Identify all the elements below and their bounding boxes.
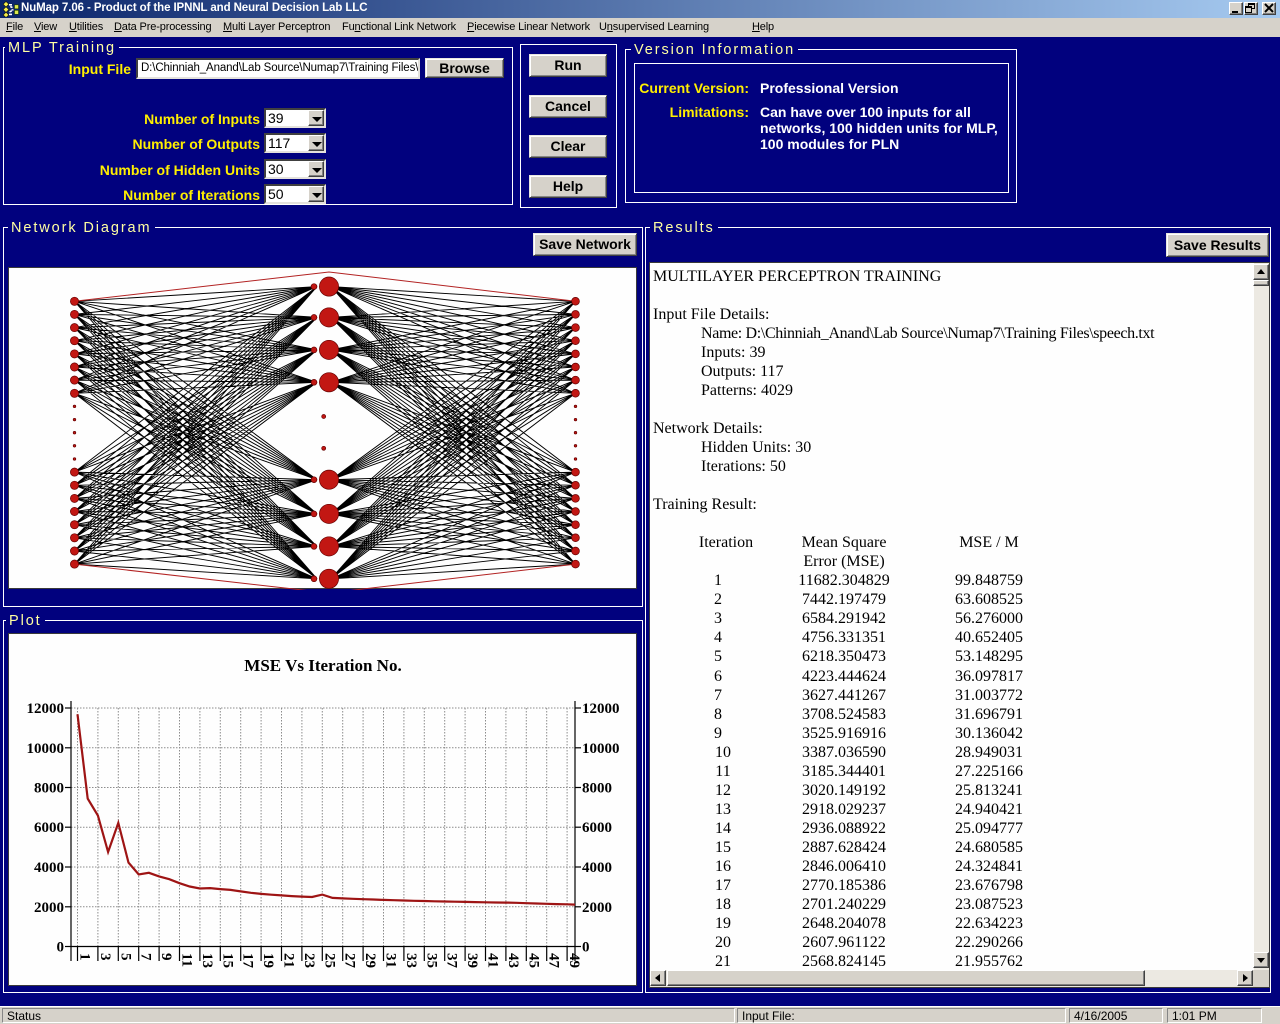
- svg-text:33: 33: [403, 953, 419, 968]
- svg-text:5: 5: [117, 953, 133, 961]
- svg-text:9: 9: [158, 953, 174, 961]
- svg-text:41: 41: [485, 953, 501, 968]
- svg-text:10000: 10000: [27, 741, 65, 757]
- svg-text:4000: 4000: [34, 860, 64, 876]
- svg-text:7: 7: [138, 953, 154, 961]
- svg-text:43: 43: [505, 953, 521, 968]
- svg-text:6000: 6000: [34, 820, 64, 836]
- svg-text:MSE Vs Iteration No.: MSE Vs Iteration No.: [244, 656, 401, 675]
- svg-text:13: 13: [199, 953, 215, 968]
- svg-text:29: 29: [362, 953, 378, 968]
- svg-text:21: 21: [281, 953, 297, 968]
- svg-text:17: 17: [240, 953, 256, 969]
- svg-text:47: 47: [546, 953, 562, 969]
- svg-text:23: 23: [301, 953, 317, 968]
- svg-text:10000: 10000: [582, 741, 620, 757]
- svg-text:1: 1: [77, 953, 93, 961]
- svg-text:15: 15: [219, 953, 235, 968]
- svg-text:25: 25: [321, 953, 337, 968]
- svg-text:6000: 6000: [582, 820, 612, 836]
- svg-text:12000: 12000: [27, 701, 65, 717]
- svg-text:49: 49: [566, 953, 582, 968]
- svg-text:2000: 2000: [34, 900, 64, 916]
- svg-text:19: 19: [260, 953, 276, 968]
- svg-text:8000: 8000: [582, 781, 612, 797]
- svg-text:4000: 4000: [582, 860, 612, 876]
- svg-text:2000: 2000: [582, 900, 612, 916]
- svg-text:12000: 12000: [582, 701, 620, 717]
- svg-text:3: 3: [97, 953, 113, 961]
- svg-text:8000: 8000: [34, 781, 64, 797]
- svg-text:45: 45: [525, 953, 541, 968]
- svg-text:39: 39: [464, 953, 480, 968]
- svg-text:35: 35: [423, 953, 439, 968]
- svg-text:11: 11: [179, 953, 195, 967]
- svg-text:0: 0: [582, 940, 590, 956]
- svg-text:37: 37: [444, 953, 460, 969]
- svg-text:0: 0: [57, 940, 65, 956]
- svg-text:31: 31: [383, 953, 399, 968]
- svg-text:27: 27: [342, 953, 358, 969]
